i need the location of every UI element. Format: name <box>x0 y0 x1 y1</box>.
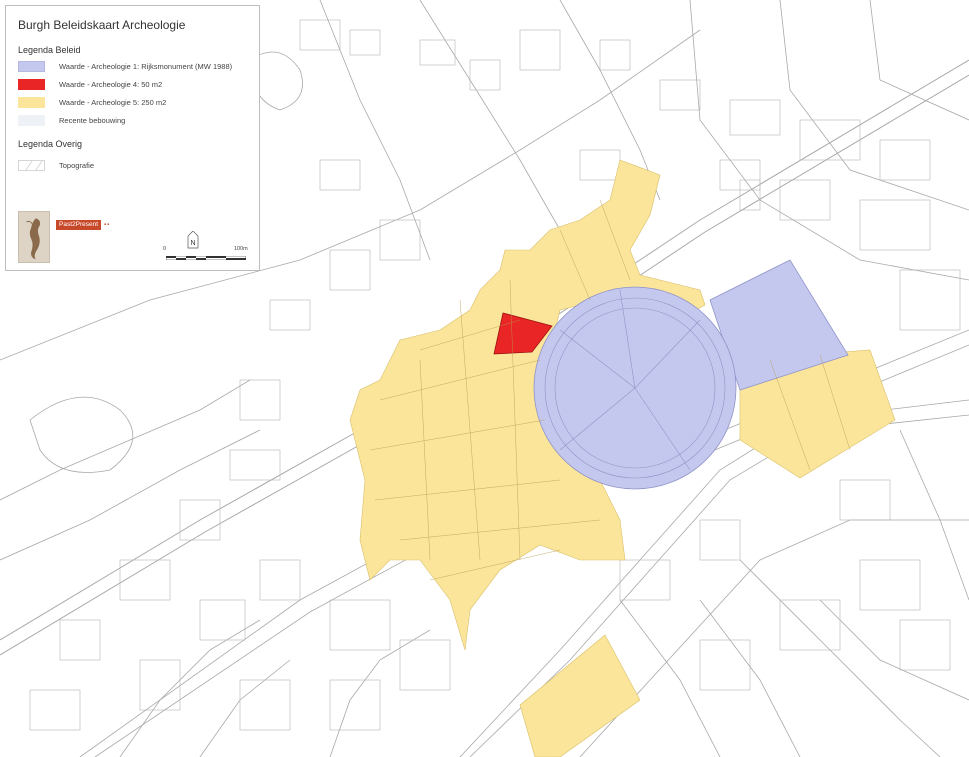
brand-dots: ▪▪ <box>104 222 111 228</box>
legend-item-label: Waarde - Archeologie 5: 250 m2 <box>59 97 167 107</box>
swatch-archeologie-4 <box>18 78 45 90</box>
swatch-recente-bebouwing <box>18 114 45 126</box>
brand-text: Past2Present <box>56 220 102 230</box>
legend-item-archeologie-5: Waarde - Archeologie 5: 250 m2 <box>18 95 256 109</box>
legend-item-archeologie-4: Waarde - Archeologie 4: 50 m2 <box>18 77 256 91</box>
scale-bar: 0 100m <box>156 246 266 268</box>
legend-heading-policy: Legenda Beleid <box>18 45 81 55</box>
legend-heading-other: Legenda Overig <box>18 139 83 149</box>
legend-item-recente-bebouwing: Recente bebouwing <box>18 113 256 127</box>
legend-item-label: Recente bebouwing <box>59 115 126 125</box>
scale-bar-graphic <box>166 256 246 260</box>
swatch-archeologie-5 <box>18 96 45 108</box>
legend-item-label: Topografie <box>59 160 95 170</box>
legend-item-archeologie-1: Waarde - Archeologie 1: Rijksmonument (M… <box>18 59 256 73</box>
seahorse-logo-icon <box>18 211 50 263</box>
legend-item-label: Waarde - Archeologie 1: Rijksmonument (M… <box>59 61 233 71</box>
legend-title: Burgh Beleidskaart Archeologie <box>18 18 186 32</box>
legend-item-label: Waarde - Archeologie 4: 50 m2 <box>59 79 163 89</box>
swatch-topografie <box>18 159 45 171</box>
scale-start-label: 0 <box>163 246 167 252</box>
legend-panel: Burgh Beleidskaart Archeologie Legenda B… <box>5 5 260 271</box>
scale-end-label: 100m <box>234 246 248 252</box>
brand-mark: Past2Present ▪▪ <box>56 220 110 230</box>
swatch-archeologie-1 <box>18 60 45 72</box>
legend-item-topografie: Topografie <box>18 158 256 172</box>
